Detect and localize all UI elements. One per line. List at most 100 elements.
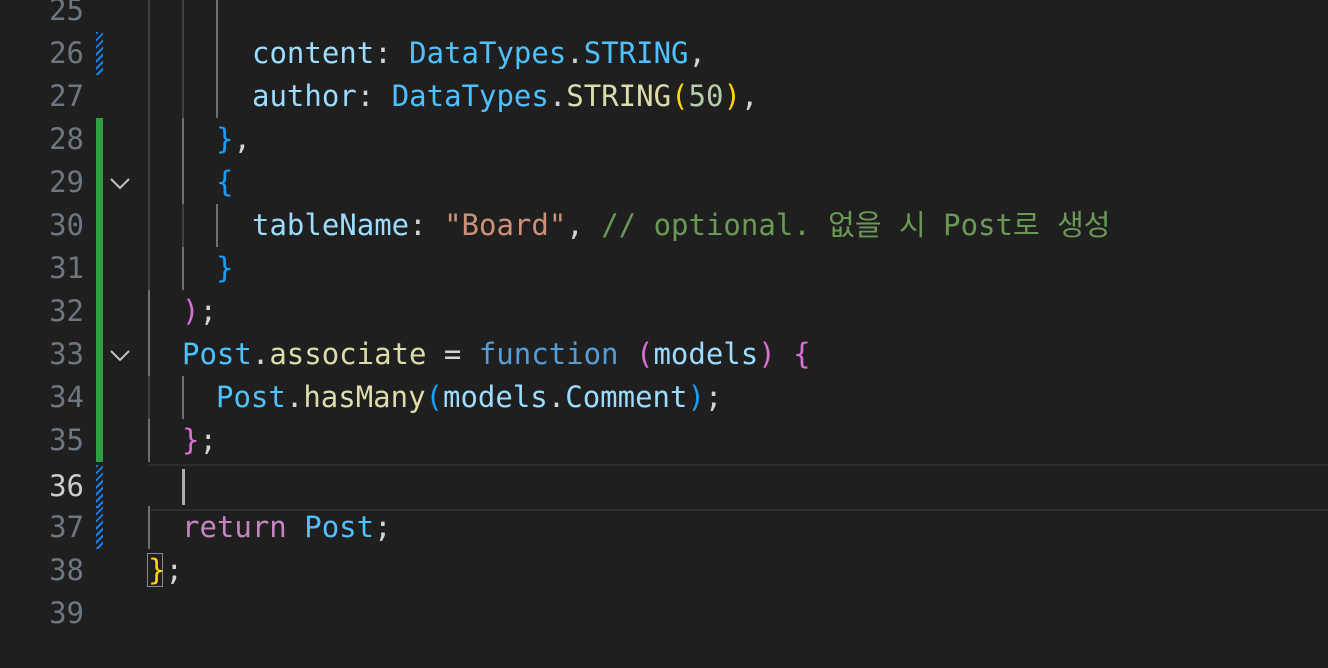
code-line[interactable]: 32 );: [0, 290, 1328, 333]
code-token: =: [426, 337, 479, 371]
code-line[interactable]: 33 Post.associate = function (models) {: [0, 333, 1328, 376]
code-text: {: [216, 161, 233, 204]
code-text: },: [216, 118, 251, 161]
line-number: 38: [49, 553, 84, 587]
code-token: ,: [688, 36, 706, 70]
code-editor[interactable]: 25 26 content: DataTypes.STRING, 27 auth…: [0, 0, 1328, 668]
code-token: (: [636, 337, 654, 371]
code-token: (: [425, 380, 443, 414]
indent-guide: [216, 0, 218, 32]
line-number: 26: [49, 36, 84, 70]
indent-guide: [148, 161, 150, 204]
modified-line-marker[interactable]: [96, 465, 103, 508]
code-token: ;: [704, 380, 723, 414]
code-token: ;: [199, 294, 217, 328]
code-line[interactable]: 31 }: [0, 247, 1328, 290]
line-number: 33: [49, 337, 84, 371]
code-token: 50: [688, 79, 724, 113]
indent-guide: [182, 161, 184, 204]
code-line[interactable]: 28 },: [0, 118, 1328, 161]
added-line-marker[interactable]: [96, 204, 103, 247]
indent-guide: [148, 118, 150, 161]
indent-guide: [148, 75, 150, 118]
added-line-marker[interactable]: [96, 247, 103, 290]
fold-chevron-icon[interactable]: [108, 172, 132, 194]
indent-guide: [182, 376, 184, 419]
code-token: models: [653, 337, 759, 371]
code-token: .: [548, 79, 567, 113]
text-cursor: [182, 469, 185, 505]
line-number: 31: [49, 251, 84, 285]
code-line[interactable]: 30 tableName: "Board", // optional. 없을 시…: [0, 204, 1328, 247]
current-line[interactable]: 36: [0, 464, 1328, 511]
indent-guide: [182, 118, 184, 161]
code-token: ,: [566, 208, 602, 242]
code-token: ): [758, 337, 776, 371]
code-text: };: [148, 549, 183, 592]
code-token: :: [374, 36, 410, 70]
indent-guide: [216, 32, 218, 75]
indent-guide: [148, 204, 150, 247]
code-token: hasMany: [303, 380, 426, 414]
added-line-marker[interactable]: [96, 333, 103, 376]
code-token: ): [182, 294, 200, 328]
line-number-active: 36: [49, 469, 84, 503]
code-token: STRING: [566, 79, 672, 113]
code-text: return Post;: [182, 506, 392, 549]
code-line: 25: [0, 0, 1328, 32]
line-number: 27: [49, 79, 84, 113]
indent-guide: [148, 290, 150, 333]
fold-chevron-icon[interactable]: [108, 344, 132, 366]
code-token: tableName: [252, 208, 410, 242]
code-token: .: [547, 380, 566, 414]
code-token: STRING: [583, 36, 689, 70]
code-token: }: [216, 122, 234, 156]
code-token: "Board": [444, 208, 567, 242]
code-line[interactable]: 34 Post.hasMany(models.Comment);: [0, 376, 1328, 419]
added-line-marker[interactable]: [96, 290, 103, 333]
modified-line-marker[interactable]: [96, 32, 103, 75]
added-line-marker[interactable]: [96, 161, 103, 204]
code-text: }: [216, 247, 233, 290]
code-token: ;: [374, 510, 392, 544]
code-comment: // optional. 없을 시 Post로 생성: [601, 208, 1111, 242]
line-number: 28: [49, 122, 84, 156]
code-token: ,: [740, 79, 759, 113]
indent-guide: [148, 333, 150, 376]
code-token: models: [443, 380, 548, 414]
code-token: Post: [182, 337, 252, 371]
code-token: (: [671, 79, 689, 113]
code-token: ,: [233, 122, 251, 156]
code-text: tableName: "Board", // optional. 없을 시 Po…: [252, 204, 1110, 247]
code-line[interactable]: 27 author: DataTypes.STRING(50),: [0, 75, 1328, 118]
code-line[interactable]: 29 {: [0, 161, 1328, 204]
indent-guide: [182, 32, 184, 75]
code-line[interactable]: 39: [0, 592, 1328, 635]
indent-guide: [148, 32, 150, 75]
line-number: 34: [49, 380, 84, 414]
indent-guide: [182, 75, 184, 118]
indent-guide: [216, 204, 218, 247]
indent-guide: [148, 247, 150, 290]
code-line[interactable]: 35 };: [0, 419, 1328, 462]
code-text: );: [182, 290, 217, 333]
code-token: }: [148, 553, 166, 587]
code-token: {: [793, 337, 811, 371]
added-line-marker[interactable]: [96, 118, 103, 161]
code-token: }: [216, 251, 234, 285]
modified-line-marker[interactable]: [96, 506, 103, 549]
added-line-marker[interactable]: [96, 419, 103, 462]
code-token: :: [356, 79, 392, 113]
code-token: author: [252, 79, 357, 113]
added-line-marker[interactable]: [96, 376, 103, 419]
code-line[interactable]: 26 content: DataTypes.STRING,: [0, 32, 1328, 75]
line-number: 35: [49, 423, 84, 457]
code-token: Post: [304, 510, 375, 544]
code-token: ): [687, 380, 705, 414]
line-number: 37: [49, 510, 84, 544]
indent-guide: [148, 506, 150, 549]
code-line[interactable]: 37 return Post;: [0, 506, 1328, 549]
code-line[interactable]: 38 };: [0, 549, 1328, 592]
code-token: function: [478, 337, 619, 371]
